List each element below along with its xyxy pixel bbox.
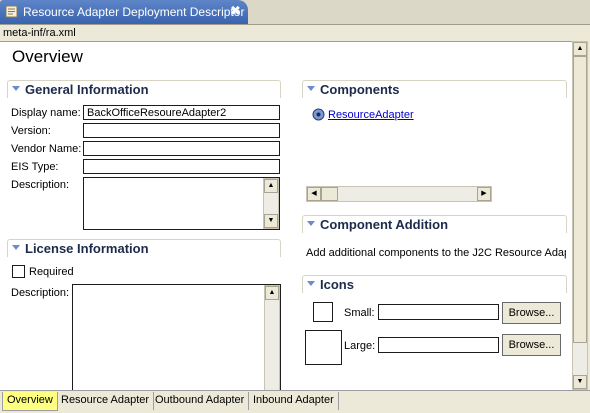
- tab-resource-adapter[interactable]: Resource Adapter: [57, 392, 155, 410]
- required-checkbox[interactable]: [12, 265, 25, 278]
- large-label: Large:: [344, 340, 376, 352]
- page-title: Overview: [12, 47, 83, 66]
- components-title: Components: [320, 82, 400, 97]
- scroll-thumb[interactable]: [321, 187, 338, 201]
- main-scrollbar[interactable]: ▲ ▼: [572, 41, 588, 390]
- editor-tabbar: Resource Adapter Deployment Descriptor ✖: [0, 0, 590, 25]
- components-scrollbar[interactable]: ◀ ▶: [306, 186, 492, 202]
- version-field[interactable]: [83, 123, 280, 138]
- collapse-icon[interactable]: [12, 86, 20, 91]
- large-icon-field[interactable]: [378, 337, 499, 353]
- scroll-down-icon[interactable]: ▼: [573, 375, 587, 389]
- scroll-up-icon[interactable]: ▲: [573, 42, 587, 56]
- component-addition-header[interactable]: Component Addition: [302, 215, 567, 233]
- scroll-left-icon[interactable]: ◀: [307, 187, 321, 201]
- vendor-name-field[interactable]: [83, 141, 280, 156]
- vendor-name-label: Vendor Name:: [11, 143, 82, 155]
- general-information-header[interactable]: General Information: [7, 80, 281, 98]
- license-description-scrollbar[interactable]: ▲: [264, 285, 280, 391]
- description-textarea[interactable]: [83, 177, 280, 230]
- eis-type-field[interactable]: [83, 159, 280, 174]
- editor-tab[interactable]: Resource Adapter Deployment Descriptor ✖: [0, 0, 248, 24]
- component-addition-text: Add additional components to the J2C Res…: [306, 247, 566, 259]
- required-label: Required: [29, 266, 74, 278]
- description-scrollbar[interactable]: ▲ ▼: [263, 178, 279, 229]
- editor-content: Overview General Information Display nam…: [0, 41, 572, 392]
- descriptor-file-icon: [5, 5, 18, 18]
- small-icon-preview: [313, 302, 333, 322]
- scroll-thumb[interactable]: [573, 56, 587, 343]
- small-icon-field[interactable]: [378, 304, 499, 320]
- components-header[interactable]: Components: [302, 80, 567, 98]
- description-label: Description:: [11, 179, 70, 191]
- close-icon[interactable]: ✖: [230, 3, 241, 19]
- large-icon-preview: [305, 330, 342, 365]
- collapse-icon[interactable]: [307, 281, 315, 286]
- component-addition-title: Component Addition: [320, 217, 449, 232]
- page-tabs: Overview Resource Adapter Outbound Adapt…: [0, 390, 590, 413]
- general-information-title: General Information: [25, 82, 149, 97]
- file-path: meta-inf/ra.xml: [3, 27, 76, 39]
- icons-header[interactable]: Icons: [302, 275, 567, 293]
- display-name-label: Display name:: [11, 107, 81, 119]
- tab-overview[interactable]: Overview: [2, 392, 58, 411]
- license-information-header[interactable]: License Information: [7, 239, 281, 257]
- license-description-textarea[interactable]: [72, 284, 281, 392]
- editor-tab-title: Resource Adapter Deployment Descriptor: [23, 5, 245, 19]
- collapse-icon[interactable]: [12, 245, 20, 250]
- collapse-icon[interactable]: [307, 86, 315, 91]
- component-link-resourceadapter[interactable]: ResourceAdapter: [328, 109, 414, 121]
- scroll-down-icon[interactable]: ▼: [264, 214, 278, 228]
- scroll-up-icon[interactable]: ▲: [265, 286, 279, 300]
- version-label: Version:: [11, 125, 51, 137]
- collapse-icon[interactable]: [307, 221, 315, 226]
- display-name-field[interactable]: BackOfficeResoureAdapter2: [83, 105, 280, 120]
- scroll-right-icon[interactable]: ▶: [477, 187, 491, 201]
- license-description-label: Description:: [11, 287, 70, 299]
- resource-adapter-icon: [312, 108, 325, 121]
- tab-outbound-adapter[interactable]: Outbound Adapter: [151, 392, 250, 410]
- scroll-up-icon[interactable]: ▲: [264, 179, 278, 193]
- eis-type-label: EIS Type:: [11, 161, 59, 173]
- small-browse-button[interactable]: Browse...: [502, 302, 561, 324]
- large-browse-button[interactable]: Browse...: [502, 334, 561, 356]
- small-label: Small:: [344, 307, 375, 319]
- icons-title: Icons: [320, 277, 354, 292]
- tab-inbound-adapter[interactable]: Inbound Adapter: [249, 392, 339, 410]
- license-information-title: License Information: [25, 241, 149, 256]
